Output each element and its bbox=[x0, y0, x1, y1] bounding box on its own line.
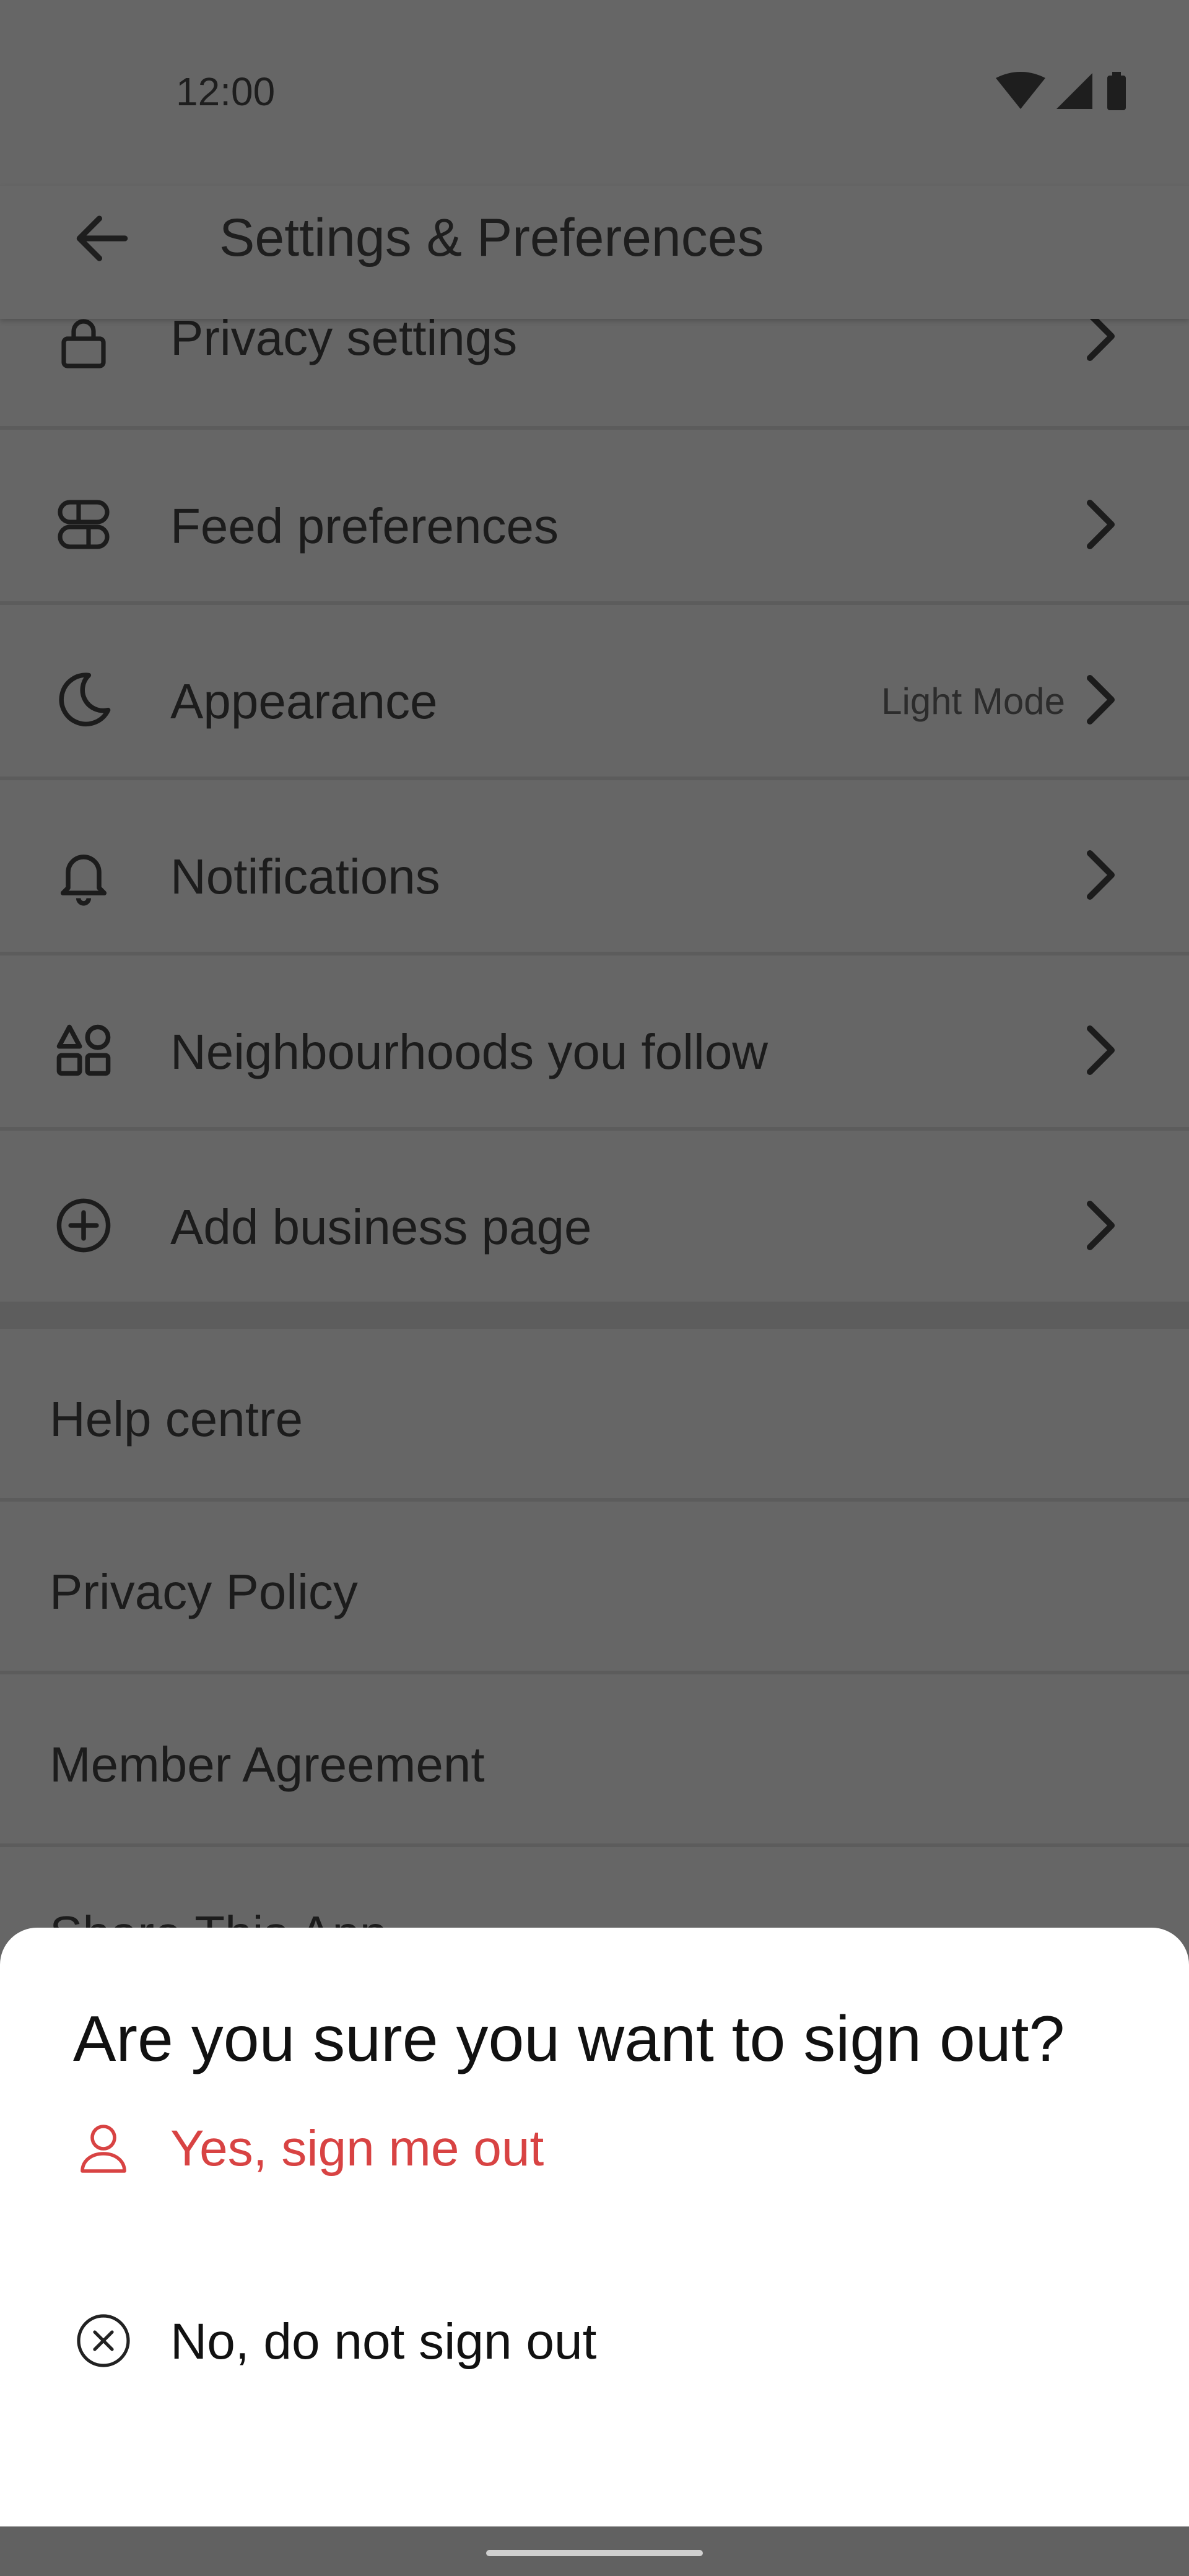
moon-icon bbox=[50, 666, 118, 734]
settings-item-add-business[interactable]: Add business page bbox=[0, 1131, 1189, 1306]
chevron-right-icon bbox=[1071, 490, 1127, 559]
page-title: Settings & Preferences bbox=[219, 208, 764, 268]
battery-icon bbox=[1107, 72, 1126, 110]
dialog-title: Are you sure you want to sign out? bbox=[73, 2003, 1065, 2075]
arrow-back-icon bbox=[68, 204, 136, 272]
settings-list: Privacy settings Feed preferences Appear… bbox=[0, 249, 1189, 1306]
close-circle-icon bbox=[69, 2307, 137, 2375]
settings-item-label: Neighbourhoods you follow bbox=[170, 1024, 769, 1079]
cell-signal-icon bbox=[1056, 73, 1092, 109]
link-member-agreement[interactable]: Member Agreement bbox=[0, 1674, 1189, 1847]
lock-icon bbox=[50, 310, 118, 378]
grid-icon bbox=[50, 1016, 118, 1084]
chevron-right-icon bbox=[1071, 1016, 1127, 1084]
chevron-right-icon bbox=[1071, 666, 1127, 734]
status-bar: 12:00 bbox=[0, 0, 1189, 186]
status-time: 12:00 bbox=[176, 69, 276, 114]
home-gesture-handle[interactable] bbox=[486, 2550, 703, 2556]
settings-item-notifications[interactable]: Notifications bbox=[0, 780, 1189, 955]
link-label: Help centre bbox=[50, 1391, 303, 1447]
wifi-icon bbox=[996, 72, 1045, 109]
settings-item-appearance[interactable]: Appearance Light Mode bbox=[0, 605, 1189, 780]
settings-item-neighbourhoods[interactable]: Neighbourhoods you follow bbox=[0, 955, 1189, 1131]
app-bar: Settings & Preferences bbox=[0, 186, 1189, 319]
settings-item-feed[interactable]: Feed preferences bbox=[0, 430, 1189, 605]
settings-item-label: Add business page bbox=[170, 1199, 592, 1255]
cancel-sign-out-label: No, do not sign out bbox=[170, 2313, 597, 2370]
bell-icon bbox=[50, 841, 118, 909]
link-label: Member Agreement bbox=[50, 1737, 485, 1792]
back-button[interactable] bbox=[62, 198, 142, 279]
appearance-mode-value: Light Mode bbox=[881, 681, 1065, 722]
settings-item-label: Feed preferences bbox=[170, 498, 559, 554]
feed-icon bbox=[50, 490, 118, 559]
add-circle-icon bbox=[50, 1191, 118, 1260]
settings-item-label: Appearance bbox=[170, 674, 438, 729]
sign-out-dialog: Are you sure you want to sign out? Yes, … bbox=[0, 1928, 1189, 2526]
chevron-right-icon bbox=[1071, 841, 1127, 909]
link-help-centre[interactable]: Help centre bbox=[0, 1329, 1189, 1502]
settings-item-label: Notifications bbox=[170, 849, 440, 904]
link-label: Privacy Policy bbox=[50, 1564, 358, 1619]
confirm-sign-out-button[interactable]: Yes, sign me out bbox=[0, 2079, 1189, 2216]
status-icons bbox=[995, 69, 1137, 114]
section-divider bbox=[0, 1302, 1189, 1329]
chevron-right-icon bbox=[1071, 1191, 1127, 1260]
link-privacy-policy[interactable]: Privacy Policy bbox=[0, 1502, 1189, 1674]
person-icon bbox=[69, 2113, 137, 2182]
system-nav-bar bbox=[0, 2526, 1189, 2576]
links-list: Help centre Privacy Policy Member Agreem… bbox=[0, 1329, 1189, 2020]
cancel-sign-out-button[interactable]: No, do not sign out bbox=[0, 2273, 1189, 2409]
confirm-sign-out-label: Yes, sign me out bbox=[170, 2120, 544, 2177]
